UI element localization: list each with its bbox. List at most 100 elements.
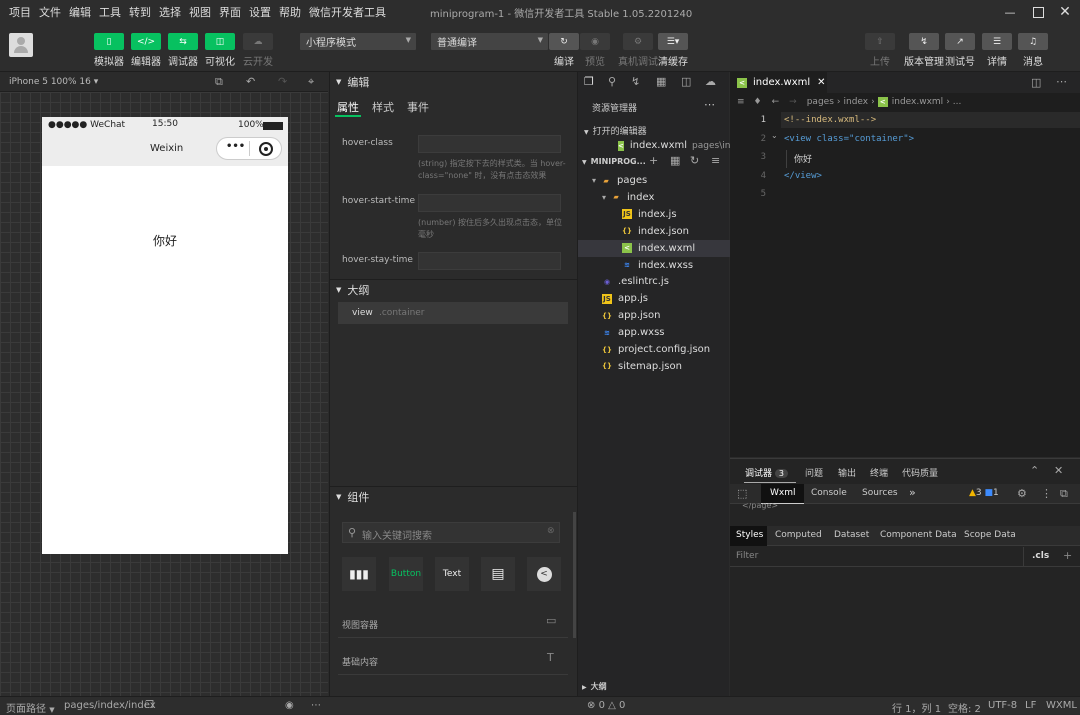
tree-file[interactable]: ≋ app.wxss bbox=[578, 324, 730, 341]
more-icon[interactable]: ⋯ bbox=[311, 700, 321, 711]
dock-icon[interactable]: ⧉ bbox=[1060, 487, 1068, 501]
back-arrow-icon[interactable]: ← bbox=[772, 97, 780, 107]
capsule-close-icon[interactable] bbox=[259, 142, 273, 156]
tab-properties[interactable]: 属性 bbox=[337, 99, 359, 115]
cloud-button[interactable]: ☁ 云开发 bbox=[243, 33, 273, 68]
upload-button[interactable]: ⇧ 上传 bbox=[865, 33, 895, 68]
collapse-all-icon[interactable]: ≡ bbox=[711, 154, 720, 167]
version-button[interactable]: ↯ 版本管理 bbox=[904, 33, 944, 68]
overflow-icon[interactable]: » bbox=[909, 486, 916, 499]
messages-button[interactable]: ♫ 消息 bbox=[1018, 33, 1048, 68]
tree-file[interactable]: {} project.config.json bbox=[578, 341, 730, 358]
undo-icon[interactable]: ↶ bbox=[246, 75, 255, 88]
cls-toggle[interactable]: .cls bbox=[1032, 551, 1049, 561]
fold-chevron-icon[interactable]: ⌄ bbox=[771, 131, 778, 140]
tree-file[interactable]: {} index.json bbox=[578, 223, 730, 240]
component-search-input[interactable]: ⚲ 输入关键词搜索 ⊗ bbox=[342, 522, 560, 543]
tab-styles[interactable]: 样式 bbox=[372, 99, 394, 115]
refresh-icon[interactable]: ↻ bbox=[690, 154, 699, 167]
category-view-container[interactable]: 视图容器 bbox=[342, 618, 378, 631]
copy-icon[interactable]: ❐ bbox=[145, 700, 154, 711]
hover-start-time-input[interactable] bbox=[418, 194, 561, 212]
compile-button[interactable]: ↻ 编译 bbox=[549, 33, 579, 68]
more-icon[interactable]: ⋯ bbox=[1056, 75, 1067, 88]
tab-terminal[interactable]: 终端 bbox=[870, 466, 888, 479]
menu-devtools[interactable]: 微信开发者工具 bbox=[305, 4, 390, 20]
hover-stay-time-input[interactable] bbox=[418, 252, 561, 270]
tab-computed[interactable]: Computed bbox=[775, 530, 822, 540]
line-ending[interactable]: LF bbox=[1025, 700, 1036, 711]
breadcrumb-item[interactable]: index bbox=[844, 97, 869, 107]
tree-file[interactable]: JS app.js bbox=[578, 290, 730, 307]
close-panel-icon[interactable]: ✕ bbox=[1054, 464, 1063, 477]
clear-cache-button[interactable]: ☰▾ 清缓存 bbox=[658, 33, 688, 68]
new-file-icon[interactable]: + bbox=[649, 154, 658, 167]
button-component[interactable]: Button bbox=[389, 557, 423, 591]
tab-sources[interactable]: Sources bbox=[862, 488, 898, 498]
editor-tab[interactable]: < index.wxml ✕ bbox=[731, 72, 827, 93]
maximize-icon[interactable] bbox=[1028, 3, 1048, 21]
code-line[interactable]: 你好 bbox=[794, 152, 812, 165]
clear-icon[interactable]: ⊗ bbox=[547, 526, 555, 536]
tab-scope-data[interactable]: Scope Data bbox=[964, 530, 1016, 540]
tab-dataset[interactable]: Dataset bbox=[834, 530, 869, 540]
indent-setting[interactable]: 空格: 2 bbox=[948, 700, 981, 715]
menu-file[interactable]: 文件 bbox=[35, 4, 65, 20]
tree-file[interactable]: < index.wxml bbox=[578, 239, 730, 257]
code-line[interactable]: </view> bbox=[784, 171, 822, 181]
tree-file[interactable]: JS index.js bbox=[578, 206, 730, 223]
warning-count[interactable]: ▲3 ■1 bbox=[969, 488, 999, 498]
code-line[interactable]: <!--index.wxml--> bbox=[784, 115, 876, 125]
debug-panel-icon[interactable]: ◫ bbox=[681, 75, 691, 88]
device-select[interactable]: iPhone 5 100% 16 ▾ bbox=[9, 77, 98, 87]
redo-icon[interactable]: ↷ bbox=[278, 75, 287, 88]
image-component[interactable]: ▤ bbox=[481, 557, 515, 591]
menu-goto[interactable]: 转到 bbox=[125, 4, 155, 20]
tree-folder[interactable]: ▾ ▰ index bbox=[578, 189, 730, 206]
more-dots-icon[interactable]: ••• bbox=[226, 141, 245, 152]
preview-button[interactable]: ◉ 预览 bbox=[580, 33, 610, 68]
search-icon[interactable]: ⚲ bbox=[608, 75, 616, 88]
close-icon[interactable]: ✕ bbox=[1055, 3, 1075, 21]
language-mode[interactable]: WXML bbox=[1046, 700, 1077, 711]
fullscreen-icon[interactable]: ⌖ bbox=[308, 75, 314, 89]
minimize-icon[interactable]: — bbox=[1000, 3, 1020, 21]
project-header[interactable]: ▼ MINIPROG... bbox=[582, 157, 646, 166]
menu-view[interactable]: 视图 bbox=[185, 4, 215, 20]
components-section-header[interactable]: ▼ 组件 bbox=[330, 486, 577, 506]
simulator-button[interactable]: ▯ 模拟器 bbox=[94, 33, 124, 68]
chevron-up-icon[interactable]: ⌃ bbox=[1030, 464, 1039, 477]
menu-edit[interactable]: 编辑 bbox=[65, 4, 95, 20]
code-line[interactable]: <view class="container"> bbox=[784, 134, 914, 144]
encoding[interactable]: UTF-8 bbox=[988, 700, 1017, 711]
avatar[interactable] bbox=[9, 33, 33, 57]
files-icon[interactable]: ❐ bbox=[584, 75, 594, 88]
compile-select[interactable]: 普通编译 ▼ bbox=[431, 33, 548, 50]
mode-select[interactable]: 小程序模式 ▼ bbox=[300, 33, 416, 50]
cloud-icon[interactable]: ☁ bbox=[705, 75, 716, 88]
breadcrumb-item[interactable]: index.wxml bbox=[892, 97, 943, 107]
panel-scrollbar[interactable] bbox=[573, 512, 576, 638]
outline-section-header[interactable]: ▼ 大纲 bbox=[330, 279, 577, 299]
menu-interface[interactable]: 界面 bbox=[215, 4, 245, 20]
open-editor-item[interactable]: < index.wxml pages\index bbox=[578, 137, 747, 154]
menu-tools[interactable]: 工具 bbox=[95, 4, 125, 20]
test-account-button[interactable]: ↗ 测试号 bbox=[945, 33, 975, 68]
hover-class-input[interactable] bbox=[418, 135, 561, 153]
breadcrumb-item[interactable]: pages bbox=[807, 97, 834, 107]
tab-events[interactable]: 事件 bbox=[407, 99, 429, 115]
menu-select[interactable]: 选择 bbox=[155, 4, 185, 20]
view-component[interactable]: ▮▮▮ bbox=[342, 557, 376, 591]
debugger-button[interactable]: ⇆ 调试器 bbox=[168, 33, 198, 68]
tab-debugger[interactable]: 调试器 3 bbox=[745, 466, 788, 479]
text-component[interactable]: Text bbox=[435, 557, 469, 591]
tab-close-icon[interactable]: ✕ bbox=[817, 77, 825, 88]
outline-header[interactable]: ▶ 大纲 bbox=[582, 681, 607, 692]
tree-file[interactable]: {} app.json bbox=[578, 307, 730, 324]
outline-item[interactable]: view .container bbox=[338, 302, 568, 324]
tab-console[interactable]: Console bbox=[811, 488, 847, 498]
navigator-component[interactable]: < bbox=[527, 557, 561, 591]
gear-icon[interactable]: ⚙ bbox=[1017, 487, 1027, 500]
tab-wxml[interactable]: Wxml bbox=[761, 484, 804, 504]
filter-input[interactable]: Filter bbox=[736, 551, 758, 561]
